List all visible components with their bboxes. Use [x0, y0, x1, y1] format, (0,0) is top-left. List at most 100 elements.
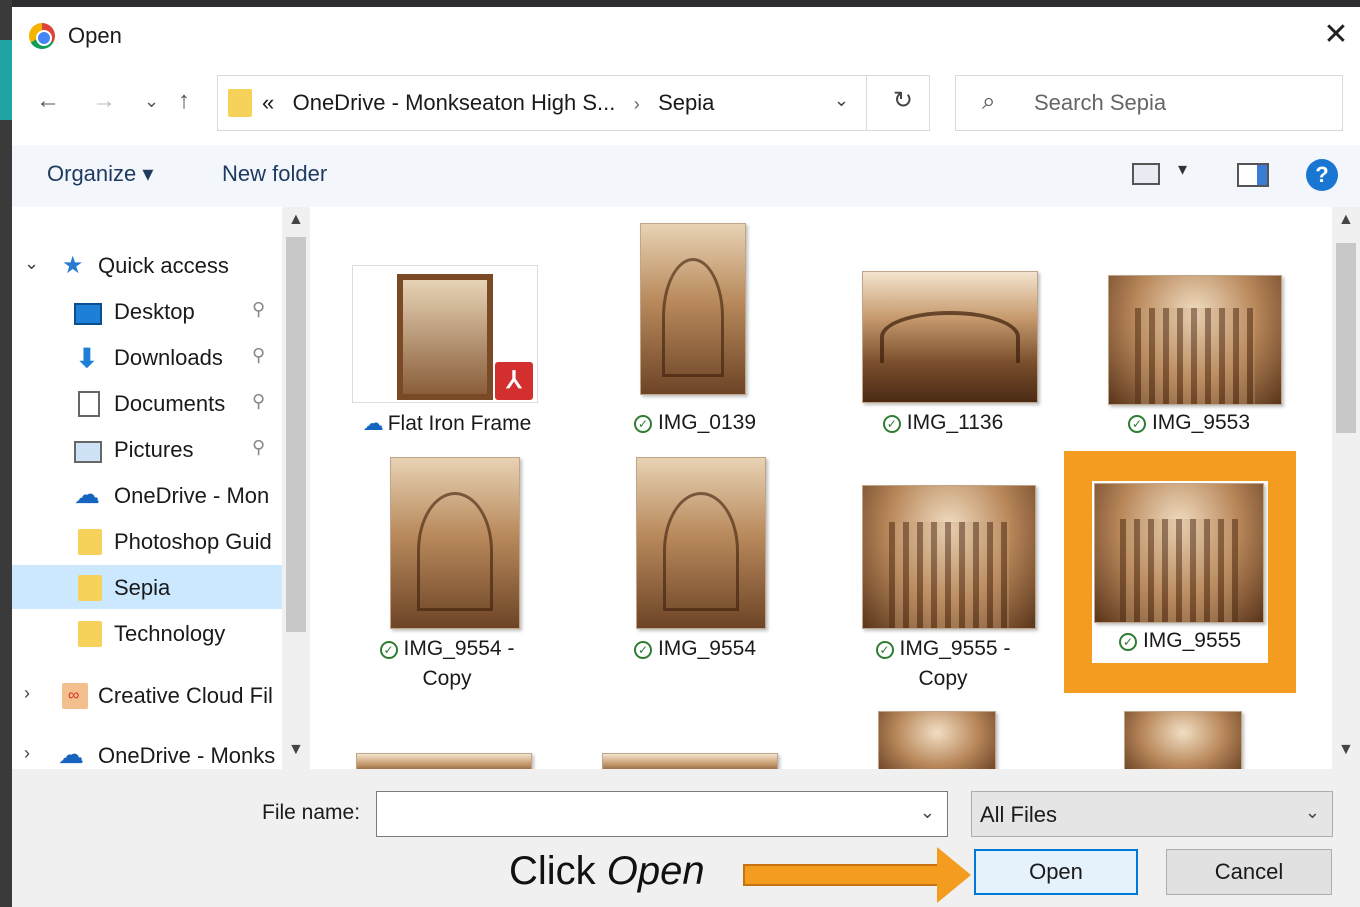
address-bar[interactable]: « OneDrive - Monkseaton High S... › Sepi… [217, 75, 930, 131]
scroll-down-icon[interactable]: ▼ [288, 741, 304, 759]
image-thumbnail-partial[interactable] [356, 753, 532, 769]
cloud-icon: ☁ [74, 479, 100, 509]
file-name: ✓ IMG_9553 [1094, 411, 1284, 435]
image-thumbnail-partial[interactable] [1124, 711, 1242, 769]
sidebar-item-onedrive-monkseaton[interactable]: › ☁ OneDrive - Monks [12, 733, 282, 769]
folder-icon [78, 621, 102, 647]
image-thumbnail [862, 485, 1036, 629]
file-item-img-9554[interactable]: ✓ IMG_9554 [600, 457, 790, 697]
file-list-scrollbar[interactable]: ▲ ▼ [1332, 207, 1360, 769]
folder-icon [228, 89, 252, 117]
cancel-button[interactable]: Cancel [1166, 849, 1332, 895]
file-name: ☁ Flat Iron Frame [352, 411, 542, 436]
sidebar-item-onedrive[interactable]: ☁ OneDrive - Mon [12, 473, 282, 517]
pin-icon: ⚲ [252, 299, 266, 319]
pin-icon: ⚲ [252, 437, 266, 457]
image-thumbnail-partial[interactable] [878, 711, 996, 769]
chrome-icon [29, 23, 55, 49]
file-item-img-1136[interactable]: ✓ IMG_1136 [848, 271, 1038, 445]
chevron-down-icon[interactable]: ⌄ [920, 802, 935, 823]
sidebar-item-label: OneDrive - Monks [98, 743, 276, 768]
sidebar-item-label: Sepia [114, 575, 171, 600]
collapse-chevron-icon[interactable]: ⌄ [24, 253, 39, 274]
file-name-line2: Copy [422, 667, 472, 690]
scroll-up-icon[interactable]: ▲ [1338, 211, 1354, 229]
sidebar-scrollbar[interactable]: ▲ ▼ [282, 207, 310, 769]
organize-button[interactable]: Organize ▾ [47, 161, 153, 187]
image-thumbnail [636, 457, 766, 629]
breadcrumb-parent[interactable]: OneDrive - Monkseaton High S... [293, 90, 616, 115]
up-button[interactable]: ↑ [178, 87, 190, 115]
pdf-icon: ⅄ [495, 362, 533, 400]
thumbnail-detail [662, 492, 740, 611]
expand-chevron-icon[interactable]: › [24, 683, 30, 704]
sidebar-item-quick-access[interactable]: ⌄ ★ Quick access [12, 243, 282, 287]
breadcrumb-current[interactable]: Sepia [658, 90, 714, 115]
close-button[interactable]: ✕ [1318, 17, 1354, 53]
sidebar-item-documents[interactable]: Documents ⚲ [12, 381, 282, 425]
file-name: ✓ IMG_9555 - [848, 637, 1038, 661]
file-name: ✓ IMG_9554 - [352, 637, 542, 661]
image-thumbnail [862, 271, 1038, 403]
synced-check-icon: ✓ [1127, 415, 1146, 433]
file-name-line2: Copy [918, 667, 968, 690]
synced-check-icon: ✓ [633, 641, 652, 659]
breadcrumb-overflow[interactable]: « [262, 90, 274, 115]
recent-locations-button[interactable]: ⌄ [144, 91, 159, 112]
file-item-img-9554-copy[interactable]: ✓ IMG_9554 - Copy [352, 457, 542, 697]
sidebar-item-pictures[interactable]: Pictures ⚲ [12, 427, 282, 471]
sidebar-item-desktop[interactable]: Desktop ⚲ [12, 289, 282, 333]
file-name: ✓ IMG_9554 [600, 637, 790, 661]
preview-pane-icon[interactable] [1237, 163, 1269, 187]
open-file-dialog: Open ✕ ← → ⌄ ↑ « OneDrive - Monkseaton H… [12, 7, 1360, 907]
refresh-button[interactable]: ↻ [893, 86, 913, 115]
pin-icon: ⚲ [252, 345, 266, 365]
file-item-img-9553[interactable]: ✓ IMG_9553 [1094, 275, 1284, 445]
scrollbar-thumb[interactable] [1336, 243, 1356, 433]
sidebar-item-creative-cloud[interactable]: › Creative Cloud Fil [12, 673, 282, 717]
scrollbar-thumb[interactable] [286, 237, 306, 632]
search-input[interactable]: Search Sepia [1034, 90, 1166, 116]
command-bar: Organize ▾ New folder ▾ ? [12, 145, 1360, 207]
expand-chevron-icon[interactable]: › [24, 743, 30, 764]
file-name: ✓ IMG_1136 [848, 411, 1038, 435]
annotation-arrow-head [937, 847, 971, 903]
new-folder-button[interactable]: New folder [222, 161, 327, 187]
forward-button[interactable]: → [92, 87, 116, 115]
address-dropdown-icon[interactable]: ⌄ [834, 90, 849, 111]
sidebar-item-technology[interactable]: Technology [12, 611, 282, 655]
file-name-input[interactable]: ⌄ [376, 791, 948, 837]
sidebar-item-label: OneDrive - Mon [114, 483, 270, 508]
breadcrumb: « OneDrive - Monkseaton High S... › Sepi… [262, 90, 714, 116]
search-box[interactable]: ⌕ Search Sepia [955, 75, 1343, 131]
scroll-down-icon[interactable]: ▼ [1338, 741, 1354, 759]
annotation-emphasis: Open [606, 849, 705, 893]
file-item-img-0139[interactable]: ✓ IMG_0139 [600, 223, 790, 445]
help-icon[interactable]: ? [1306, 159, 1338, 191]
sidebar-item-label: Creative Cloud Fil [98, 683, 273, 708]
sidebar-item-label: Desktop [114, 299, 195, 324]
file-type-value: All Files [980, 802, 1058, 827]
file-item-flat-iron-frame[interactable]: ⅄ ☁ Flat Iron Frame [352, 265, 542, 445]
thumbnail-detail [880, 311, 1020, 363]
folder-icon [78, 575, 102, 601]
back-button[interactable]: ← [36, 87, 60, 115]
view-options-dropdown[interactable]: ▾ [1178, 159, 1187, 180]
image-thumbnail-partial[interactable] [602, 753, 778, 769]
sidebar-item-downloads[interactable]: ⬇ Downloads ⚲ [12, 335, 282, 379]
scroll-up-icon[interactable]: ▲ [288, 211, 304, 229]
file-name: ✓ IMG_9555 [1092, 629, 1268, 653]
sidebar-item-label: Pictures [114, 437, 194, 462]
open-button[interactable]: Open [974, 849, 1138, 895]
document-icon [78, 391, 100, 417]
file-type-select[interactable]: All Files ⌄ [971, 791, 1333, 837]
file-item-img-9555[interactable]: ✓ IMG_9555 [1092, 481, 1268, 663]
file-item-img-9555-copy[interactable]: ✓ IMG_9555 - Copy [848, 485, 1038, 697]
view-mode-icon[interactable] [1132, 163, 1160, 185]
sidebar-item-photoshop-guide[interactable]: Photoshop Guid [12, 519, 282, 563]
sidebar-item-label: Documents [114, 391, 226, 416]
annotation-arrow [743, 864, 939, 886]
image-thumbnail [1108, 275, 1282, 405]
sidebar-item-sepia[interactable]: Sepia [12, 565, 282, 609]
sidebar-item-label: Quick access [98, 253, 229, 278]
